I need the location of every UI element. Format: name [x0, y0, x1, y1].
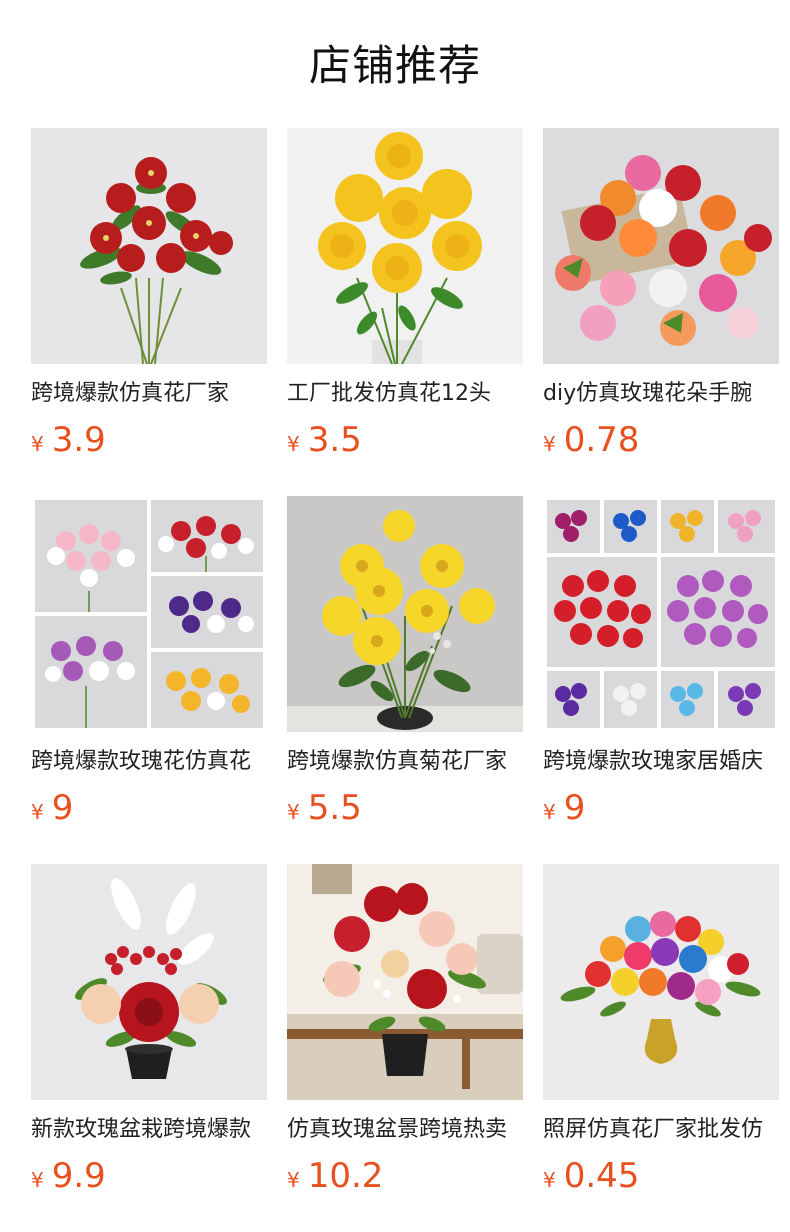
product-price: ¥9 [31, 786, 267, 830]
product-name[interactable]: 照屏仿真花厂家批发仿 [543, 1114, 779, 1146]
product-image[interactable] [287, 864, 523, 1100]
product-name[interactable]: 新款玫瑰盆栽跨境爆款 [31, 1114, 267, 1146]
potted-rose-living-room-image [287, 864, 523, 1100]
product-image[interactable] [31, 864, 267, 1100]
currency-symbol: ¥ [543, 432, 556, 456]
red-lily-bouquet-image [31, 128, 267, 364]
product-card[interactable]: 跨境爆款仿真花厂家 ¥3.9 [31, 128, 267, 462]
product-name[interactable]: 跨境爆款玫瑰家居婚庆 [543, 746, 779, 778]
price-value: 9 [563, 788, 586, 828]
product-card[interactable]: 跨境爆款玫瑰家居婚庆 ¥9 [543, 496, 779, 830]
product-image[interactable] [31, 128, 267, 364]
currency-symbol: ¥ [543, 1168, 556, 1192]
price-value: 10.2 [307, 1156, 384, 1196]
product-name[interactable]: 跨境爆款玫瑰花仿真花 [31, 746, 267, 778]
product-card[interactable]: 跨境爆款玫瑰花仿真花 ¥9 [31, 496, 267, 830]
price-value: 3.5 [307, 420, 362, 460]
product-card[interactable]: 跨境爆款仿真菊花厂家 ¥5.5 [287, 496, 523, 830]
product-price: ¥0.78 [543, 418, 779, 462]
product-card[interactable]: 照屏仿真花厂家批发仿 ¥0.45 [543, 864, 779, 1198]
product-image[interactable] [543, 864, 779, 1100]
product-price: ¥3.5 [287, 418, 523, 462]
product-price: ¥0.45 [543, 1154, 779, 1198]
product-name[interactable]: 工厂批发仿真花12头 [287, 378, 523, 410]
potted-rose-arrangement-image [31, 864, 267, 1100]
currency-symbol: ¥ [31, 1168, 44, 1192]
rainbow-rose-vase-image [543, 864, 779, 1100]
product-name[interactable]: 仿真玫瑰盆景跨境热卖 [287, 1114, 523, 1146]
product-image[interactable] [543, 128, 779, 364]
currency-symbol: ¥ [31, 432, 44, 456]
currency-symbol: ¥ [543, 800, 556, 824]
product-card[interactable]: 新款玫瑰盆栽跨境爆款 ¥9.9 [31, 864, 267, 1198]
price-value: 5.5 [307, 788, 362, 828]
price-value: 9 [51, 788, 74, 828]
rose-bouquet-collage-image [31, 496, 267, 732]
product-name[interactable]: diy仿真玫瑰花朵手腕 [543, 378, 779, 410]
currency-symbol: ¥ [287, 800, 300, 824]
product-card[interactable]: 仿真玫瑰盆景跨境热卖 ¥10.2 [287, 864, 523, 1198]
currency-symbol: ¥ [287, 1168, 300, 1192]
price-value: 9.9 [51, 1156, 106, 1196]
product-name[interactable]: 跨境爆款仿真菊花厂家 [287, 746, 523, 778]
price-value: 0.78 [563, 420, 640, 460]
yellow-gerbera-bouquet-image [287, 496, 523, 732]
page-title: 店铺推荐 [308, 41, 481, 90]
product-price: ¥9.9 [31, 1154, 267, 1198]
product-card[interactable]: diy仿真玫瑰花朵手腕 ¥0.78 [543, 128, 779, 462]
rose-heads-assortment-image [543, 128, 779, 364]
rose-color-grid-image [543, 496, 779, 732]
product-price: ¥5.5 [287, 786, 523, 830]
product-price: ¥9 [543, 786, 779, 830]
price-value: 0.45 [563, 1156, 640, 1196]
product-image[interactable] [543, 496, 779, 732]
product-image[interactable] [31, 496, 267, 732]
yellow-carnation-bouquet-image [287, 128, 523, 364]
product-card[interactable]: 工厂批发仿真花12头 ¥3.5 [287, 128, 523, 462]
price-value: 3.9 [51, 420, 106, 460]
product-image[interactable] [287, 496, 523, 732]
product-price: ¥3.9 [31, 418, 267, 462]
currency-symbol: ¥ [31, 800, 44, 824]
product-price: ¥10.2 [287, 1154, 523, 1198]
product-image[interactable] [287, 128, 523, 364]
currency-symbol: ¥ [287, 432, 300, 456]
product-name[interactable]: 跨境爆款仿真花厂家 [31, 378, 267, 410]
